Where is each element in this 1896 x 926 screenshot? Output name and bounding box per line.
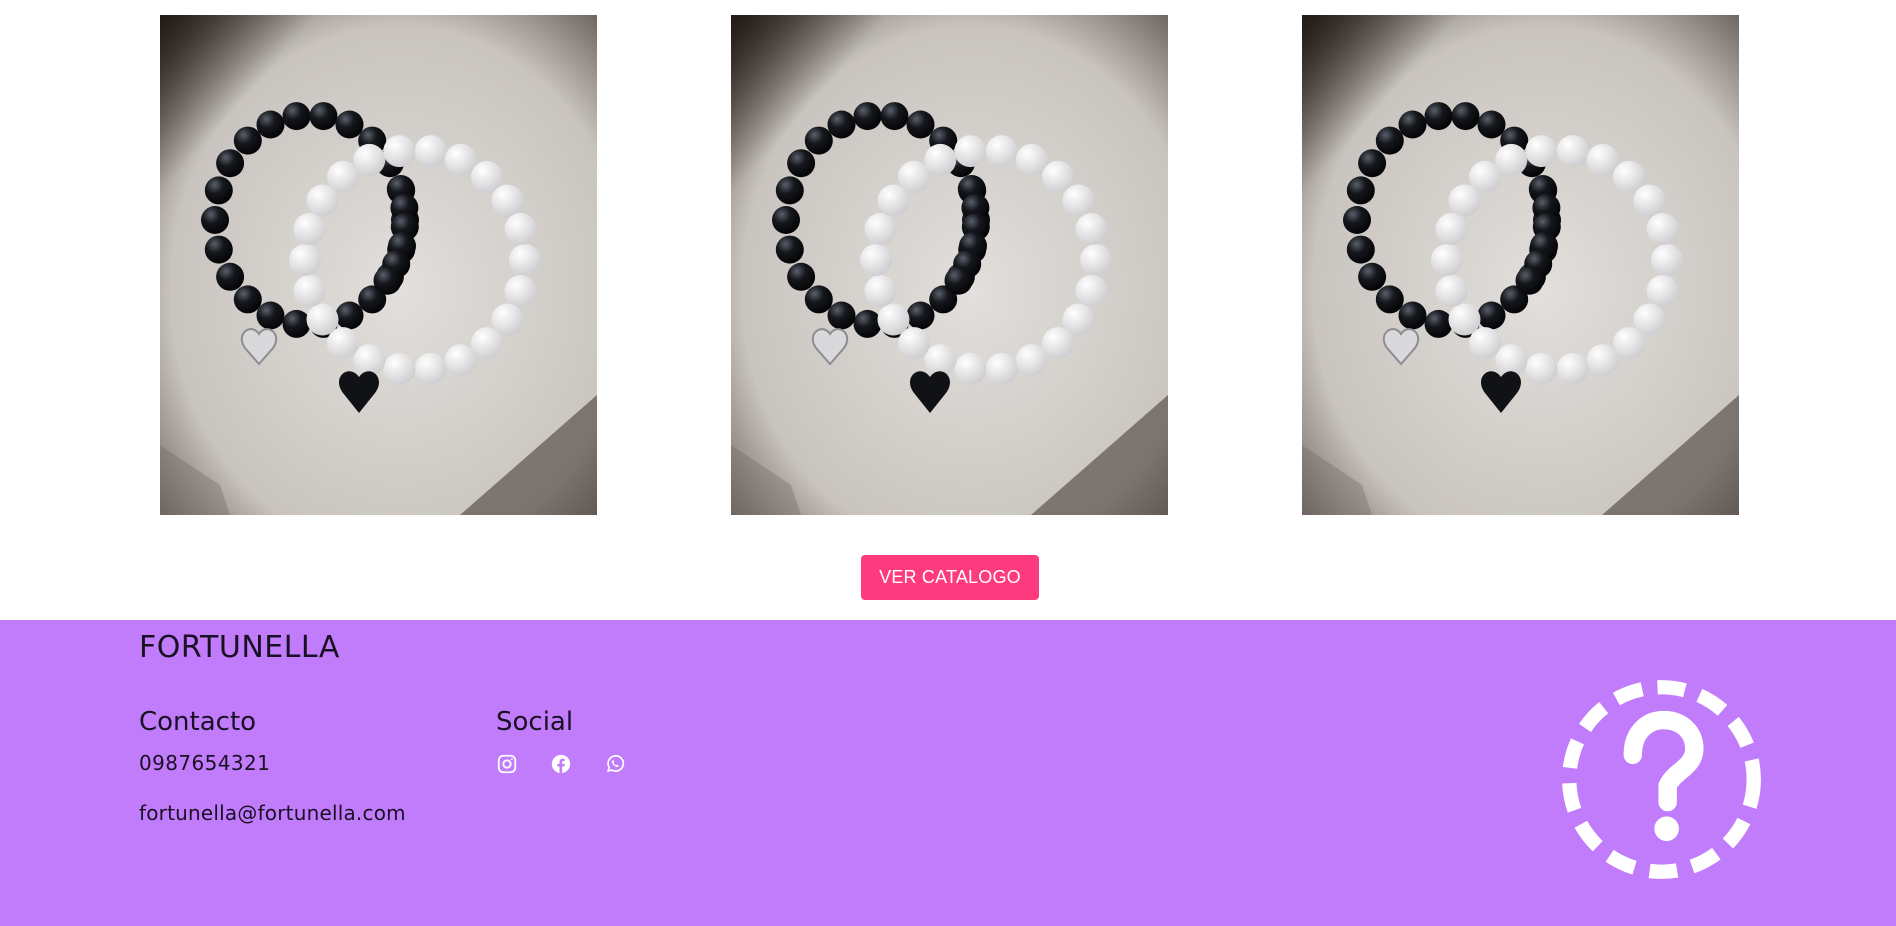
footer-brand: FORTUNELLA [139, 630, 340, 665]
contact-email-link[interactable]: fortunella@fortunella.com [139, 801, 406, 825]
product-image[interactable] [1302, 15, 1739, 515]
product-image[interactable] [731, 15, 1168, 515]
question-mark-dashed-circle-icon [1559, 677, 1764, 882]
contact-phone: 0987654321 [139, 751, 271, 775]
site-footer: FORTUNELLA Contacto 0987654321 fortunell… [0, 620, 1896, 926]
product-image[interactable] [160, 15, 597, 515]
social-icons [496, 753, 626, 775]
instagram-icon[interactable] [496, 753, 518, 775]
product-gallery: VER CATALOGO [0, 0, 1896, 620]
social-title: Social [496, 707, 574, 737]
view-catalog-button[interactable]: VER CATALOGO [861, 555, 1039, 600]
whatsapp-icon[interactable] [604, 753, 626, 775]
contact-title: Contacto [139, 707, 257, 737]
facebook-icon[interactable] [550, 753, 572, 775]
